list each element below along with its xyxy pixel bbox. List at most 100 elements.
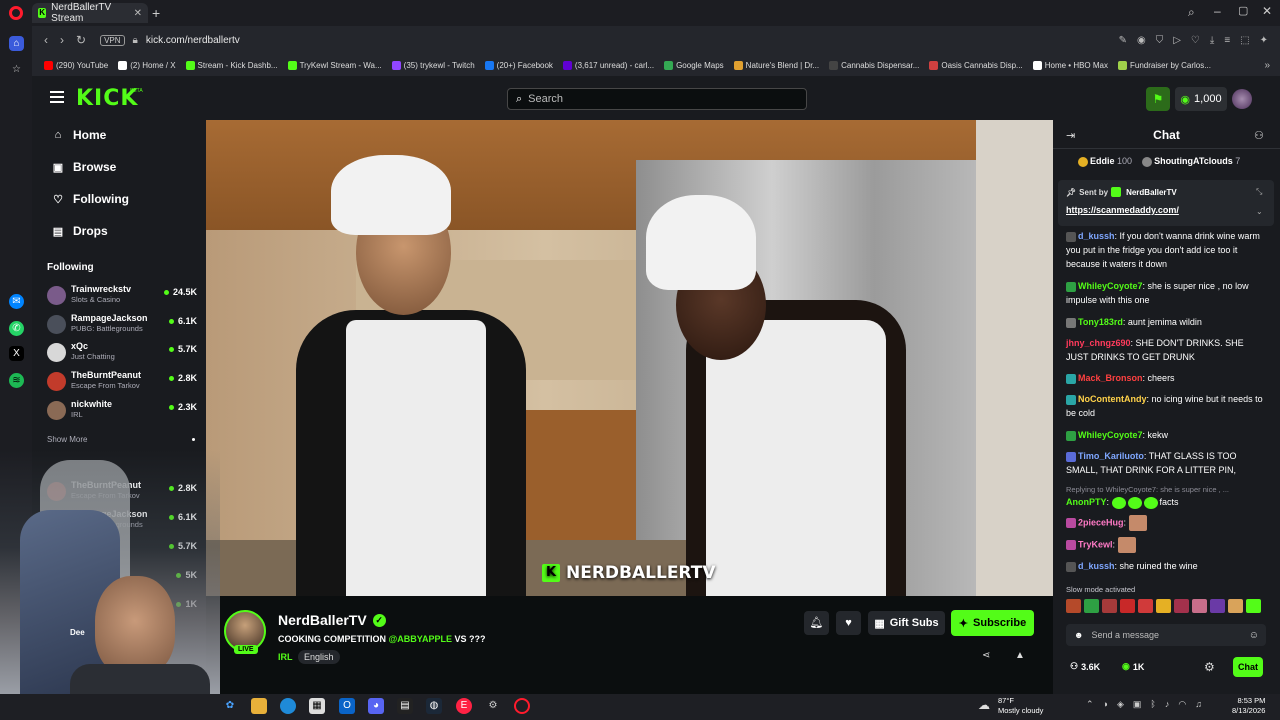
chat-identity-icon[interactable]: ☻ bbox=[1074, 630, 1083, 640]
channel-points[interactable]: ◉ 1K bbox=[1122, 661, 1144, 672]
user-avatar[interactable] bbox=[1232, 89, 1252, 109]
bookmark-item[interactable]: (35) trykewl - Twitch bbox=[391, 60, 475, 70]
subscribe-button[interactable]: ✦ Subscribe bbox=[951, 610, 1034, 636]
follow-heart-button[interactable]: ♥ bbox=[836, 611, 861, 635]
followed-channel[interactable]: TheBurntPeanutEscape From Tarkov 2.8K bbox=[47, 370, 197, 396]
search-bar[interactable]: ⌕ bbox=[507, 88, 807, 110]
chat-username[interactable]: d_kussh bbox=[1078, 231, 1115, 241]
emote-icon[interactable] bbox=[1192, 599, 1207, 613]
url-field[interactable]: kick.com/nerdballertv bbox=[146, 35, 240, 46]
bookmark-item[interactable]: Oasis Cannabis Disp... bbox=[929, 60, 1023, 70]
streamer-name[interactable]: NerdBallerTV ✓ bbox=[278, 612, 386, 628]
emote-icon[interactable] bbox=[1084, 599, 1099, 613]
chat-input-box[interactable]: ☻ ☺ bbox=[1066, 624, 1266, 646]
whatsapp-icon[interactable]: ✆ bbox=[9, 321, 24, 336]
bookmark-item[interactable]: Home • HBO Max bbox=[1032, 60, 1108, 70]
extensions-icon[interactable]: ⬚ bbox=[1240, 35, 1249, 46]
emote-icon[interactable] bbox=[1246, 599, 1261, 613]
followed-channel[interactable]: nickwhite IRL 2.3K bbox=[47, 399, 197, 425]
chevron-down-icon[interactable]: ⌄ bbox=[1256, 207, 1263, 216]
window-close-button[interactable]: ✕ bbox=[1262, 4, 1272, 18]
download-icon[interactable]: ⤓ bbox=[1210, 35, 1214, 46]
sidebar-item-home[interactable]: ⌂ Home bbox=[52, 128, 107, 142]
show-more-link[interactable]: Show More bbox=[47, 435, 87, 444]
followed-channel[interactable]: Trainwreckstv Slots & Casino 24.5K bbox=[47, 284, 197, 310]
emote-icon[interactable] bbox=[1102, 599, 1117, 613]
bluetooth-icon[interactable]: ᛒ bbox=[1150, 699, 1155, 710]
notification-bell-button[interactable]: 🔔︎ bbox=[804, 611, 829, 635]
bookmark-item[interactable]: (3,617 unread) - carl... bbox=[562, 60, 654, 70]
camera-icon[interactable]: ◉ bbox=[1137, 35, 1146, 46]
emote-icon[interactable] bbox=[1156, 599, 1171, 613]
menu-icon[interactable]: ≡ bbox=[1224, 35, 1230, 46]
ai-icon[interactable]: ✦ bbox=[1260, 35, 1268, 46]
chat-settings-icon[interactable]: ⚙ bbox=[1204, 660, 1215, 674]
heart-icon[interactable]: ♡ bbox=[1191, 35, 1200, 46]
back-icon[interactable]: ‹ bbox=[44, 33, 48, 47]
bookmark-item[interactable]: TryKewl Stream - Wa... bbox=[287, 60, 382, 70]
volume-icon[interactable]: ♫ bbox=[1195, 699, 1202, 710]
bookmark-item[interactable]: Nature's Blend | Dr... bbox=[733, 60, 819, 70]
sidebar-item-following[interactable]: ♡ Following bbox=[52, 192, 129, 206]
bookmark-item[interactable]: Stream - Kick Dashb... bbox=[185, 60, 278, 70]
emote-quick-row[interactable] bbox=[1066, 599, 1268, 615]
new-tab-button[interactable]: + bbox=[152, 5, 160, 21]
bookmark-item[interactable]: Fundraiser by Carlos... bbox=[1118, 60, 1211, 70]
clock[interactable]: 8:53 PM 8/13/2026 bbox=[1232, 696, 1265, 716]
chat-username[interactable]: 2pieceHug bbox=[1078, 517, 1124, 527]
tray-app-icon[interactable]: ▣ bbox=[1133, 699, 1142, 710]
chat-input[interactable] bbox=[1091, 630, 1232, 640]
chat-username[interactable]: NoContentAndy bbox=[1078, 394, 1147, 404]
emote-icon[interactable] bbox=[1228, 599, 1243, 613]
bookmarks-more-icon[interactable]: » bbox=[1264, 60, 1270, 71]
file-explorer-icon[interactable] bbox=[251, 698, 267, 714]
kick-gift-icon[interactable]: ⚑ bbox=[1146, 87, 1170, 111]
steam-icon[interactable]: ◍ bbox=[426, 698, 442, 714]
chat-send-button[interactable]: Chat bbox=[1233, 657, 1263, 677]
emote-icon[interactable] bbox=[1138, 599, 1153, 613]
microphone-icon[interactable]: ♪ bbox=[1165, 699, 1170, 710]
copilot-icon[interactable]: ✿ bbox=[222, 698, 238, 714]
store-icon[interactable]: ▦ bbox=[309, 698, 325, 714]
chat-username[interactable]: Tony183rd bbox=[1078, 317, 1123, 327]
top-gifter[interactable]: Eddie 100 bbox=[1078, 156, 1132, 167]
gift-subs-button[interactable]: ▦ Gift Subs bbox=[868, 611, 945, 635]
tab-search-icon[interactable]: ⌕ bbox=[1188, 5, 1195, 20]
settings-icon[interactable]: ⚙ bbox=[485, 698, 501, 714]
bookmark-item[interactable]: Google Maps bbox=[664, 60, 724, 70]
bookmark-item[interactable]: (2) Home / X bbox=[118, 60, 176, 70]
unpin-icon[interactable]: ⤡ bbox=[1256, 187, 1262, 197]
emote-icon[interactable] bbox=[1174, 599, 1189, 613]
sidebar-item-browse[interactable]: ▣ Browse bbox=[52, 160, 117, 174]
chat-username[interactable]: d_kussh bbox=[1078, 561, 1115, 571]
video-player[interactable]: K NERDBALLERTV bbox=[206, 120, 1053, 596]
menu-hamburger-icon[interactable] bbox=[50, 91, 64, 103]
chat-users-icon[interactable]: ⚇ bbox=[1254, 129, 1264, 142]
bookmark-item[interactable]: (20+) Facebook bbox=[484, 60, 553, 70]
opera-taskbar-icon[interactable] bbox=[514, 698, 530, 714]
stream-title-mention[interactable]: @ABBYAPPLE bbox=[389, 634, 452, 644]
browser-tab[interactable]: K NerdBallerTV Stream ✕ bbox=[32, 2, 148, 24]
tray-app-icon[interactable]: ◈ bbox=[1117, 699, 1124, 710]
emote-icon[interactable] bbox=[1120, 599, 1135, 613]
spotify-icon[interactable]: ≋ bbox=[9, 373, 24, 388]
tab-close-icon[interactable]: ✕ bbox=[134, 8, 142, 19]
followed-channel[interactable]: RampageJacksonPUBG: Battlegrounds 6.1K bbox=[47, 313, 197, 339]
top-gifter[interactable]: ShoutingATclouds 7 bbox=[1142, 156, 1240, 167]
wifi-icon[interactable]: ◠ bbox=[1178, 699, 1186, 710]
edit-icon[interactable]: ✎ bbox=[1119, 35, 1127, 46]
home-icon[interactable]: ⌂ bbox=[9, 36, 24, 51]
streamer-name-text[interactable]: NerdBallerTV bbox=[278, 612, 367, 628]
chevron-up-icon[interactable]: ⌃ bbox=[1086, 699, 1094, 710]
outlook-icon[interactable]: O bbox=[339, 698, 355, 714]
opera-logo-icon[interactable] bbox=[9, 6, 23, 20]
lock-icon[interactable]: 🔒︎ bbox=[133, 35, 138, 46]
chat-username[interactable]: TryKewl bbox=[1078, 539, 1113, 549]
sidebar-item-drops[interactable]: ▤ Drops bbox=[52, 224, 108, 238]
chat-username[interactable]: Mack_Bronson bbox=[1078, 373, 1143, 383]
bookmark-item[interactable]: Cannabis Dispensar... bbox=[829, 60, 919, 70]
emoji-icon[interactable]: ☺ bbox=[1249, 630, 1259, 641]
kick-points-button[interactable]: ◉ 1,000 bbox=[1175, 87, 1227, 111]
weather-widget[interactable]: 87°F Mostly cloudy bbox=[998, 696, 1043, 716]
chat-username[interactable]: WhileyCoyote7 bbox=[1078, 430, 1143, 440]
